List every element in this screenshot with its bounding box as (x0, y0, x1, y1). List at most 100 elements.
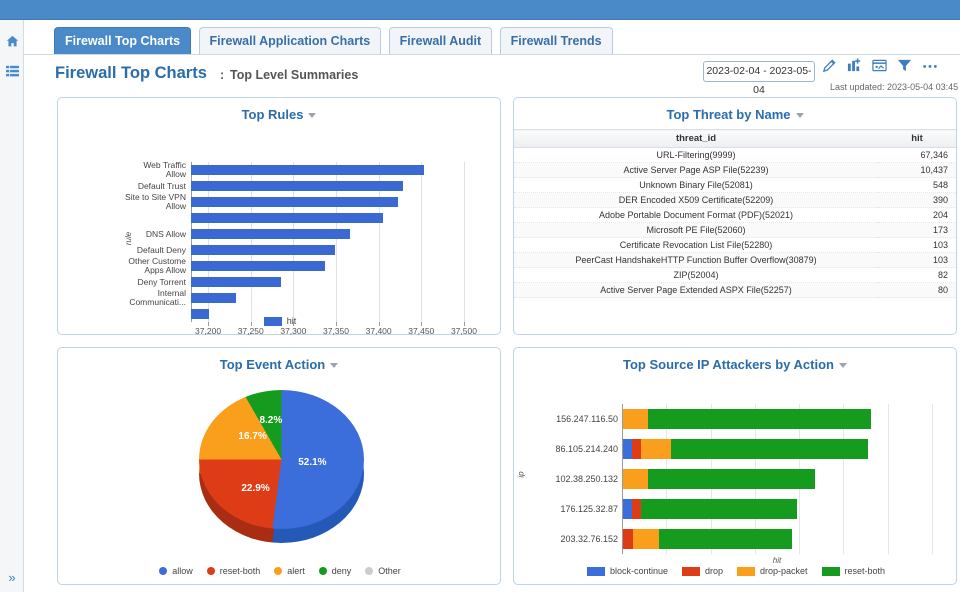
bar-fill (191, 245, 336, 255)
pie-face[interactable] (199, 390, 364, 529)
y-axis-tick-label: 102.38.250.132 (555, 473, 618, 484)
bar[interactable] (191, 229, 350, 239)
bar-segment-block-continue[interactable] (623, 499, 632, 519)
bar[interactable] (191, 197, 399, 207)
legend-item-reset-both[interactable]: reset-both (821, 566, 885, 576)
bar-segment-drop-packet[interactable] (633, 529, 659, 549)
date-range-picker[interactable]: 2023-02-04 - 2023-05-04 (703, 61, 815, 96)
bar-fill (191, 165, 424, 175)
bar-segment-block-continue[interactable] (623, 439, 632, 459)
bar-segment-reset-both[interactable] (648, 409, 871, 429)
add-chart-icon[interactable] (847, 58, 862, 78)
bar-segment-drop[interactable] (623, 529, 634, 549)
cell-threat-id: Adobe Portable Document Format (PDF)(520… (514, 207, 878, 223)
plot-area: 37,200 37,250 37,300 37,350 37,400 37,450 37,5… (191, 162, 481, 336)
gridline (887, 404, 889, 554)
edit-pencil-icon[interactable] (822, 58, 837, 78)
bar-segment-drop[interactable] (631, 439, 641, 459)
bar-segment-reset-both[interactable] (640, 499, 797, 519)
legend-label: hit (286, 316, 297, 326)
bar[interactable] (191, 181, 403, 191)
list-menu-icon[interactable] (0, 56, 24, 86)
table-row[interactable]: Certificate Revocation List File(52280) 1… (514, 237, 956, 253)
cell-hit: 10,437 (878, 162, 956, 178)
home-icon[interactable] (0, 26, 24, 56)
cell-hit: 173 (878, 222, 956, 238)
table-row[interactable]: Active Server Page Extended ASPX File(52… (514, 282, 956, 298)
stacked-bar[interactable] (623, 469, 815, 489)
more-options-icon[interactable] (922, 58, 938, 78)
chevron-down-icon[interactable] (308, 113, 317, 119)
y-axis-tick-label: 156.247.116.50 (556, 413, 618, 424)
cell-threat-id: Certificate Revocation List File(52280) (514, 237, 878, 253)
left-rail: » (0, 20, 24, 592)
gridline (421, 162, 423, 322)
gridline (463, 162, 465, 322)
bar-segment-drop-packet[interactable] (623, 409, 649, 429)
legend-swatch (274, 567, 283, 575)
panel-title-top-source-ip[interactable]: Top Source IP Attackers by Action (514, 348, 956, 372)
table-row[interactable]: PeerCast HandshakeHTTP Function Buffer O… (514, 252, 956, 268)
panel-title-top-event-action[interactable]: Top Event Action (58, 348, 500, 372)
panel-title-top-threat[interactable]: Top Threat by Name (514, 98, 956, 122)
tab-firewall-top-charts[interactable]: Firewall Top Charts (54, 27, 192, 54)
panel-top-event-action: Top Event Action 52.1% 22.9% 16.7% 8.2% all… (57, 347, 501, 585)
legend-item-deny[interactable]: deny (318, 566, 351, 576)
legend-item-block-continue[interactable]: block-continue (586, 566, 668, 576)
bar[interactable] (191, 213, 383, 223)
stacked-bar[interactable] (623, 499, 797, 519)
table-row[interactable]: Adobe Portable Document Format (PDF)(520… (514, 207, 956, 223)
chevron-down-icon[interactable] (838, 363, 847, 369)
table-row[interactable]: Active Server Page ASP File(52239) 10,437 (514, 162, 956, 178)
bar[interactable] (191, 245, 336, 255)
dashboard-widget-icon[interactable] (872, 58, 887, 78)
legend-swatch (737, 566, 755, 576)
cell-threat-id: ZIP(52004) (514, 267, 878, 283)
panel-title-top-rules[interactable]: Top Rules (58, 98, 500, 122)
bar[interactable] (191, 261, 325, 271)
legend-swatch (159, 567, 168, 575)
expand-sidebar-button[interactable]: » (0, 566, 24, 588)
bar-segment-reset-both[interactable] (648, 469, 815, 489)
y-axis-tick-label: Default Deny (136, 244, 186, 255)
dashboard-page: » Firewall Top Charts Firewall Applicati… (0, 0, 960, 592)
legend-label: drop (704, 566, 723, 576)
table-row[interactable]: DER Encoded X509 Certificate(52209) 390 (514, 192, 956, 208)
table-row[interactable]: ZIP(52004) 82 (514, 267, 956, 283)
stacked-bar[interactable] (623, 529, 793, 549)
bar[interactable] (191, 277, 281, 287)
legend-item-drop-packet[interactable]: drop-packet (737, 566, 808, 576)
bar-segment-drop[interactable] (631, 499, 641, 519)
legend-item-drop[interactable]: drop (681, 566, 723, 576)
chevron-down-icon[interactable] (330, 363, 339, 369)
y-axis-tick-label: Web Traffic Allow (143, 159, 186, 179)
column-header-threat-id[interactable]: threat_id (514, 129, 878, 148)
legend-item-allow[interactable]: allow (159, 566, 193, 576)
tab-firewall-trends[interactable]: Firewall Trends (499, 27, 613, 54)
bar-segment-drop-packet[interactable] (640, 439, 671, 459)
legend-item-hit[interactable]: hit (263, 316, 297, 326)
tab-firewall-application-charts[interactable]: Firewall Application Charts (198, 27, 382, 54)
legend-item-other[interactable]: Other (365, 566, 401, 576)
filter-funnel-icon[interactable] (897, 58, 912, 78)
table-row[interactable]: URL-Filtering(9999) 67,346 (514, 147, 956, 163)
stacked-bar[interactable] (623, 409, 871, 429)
chevron-down-icon[interactable] (795, 113, 804, 119)
cell-threat-id: DER Encoded X509 Certificate(52209) (514, 192, 878, 208)
legend-item-alert[interactable]: alert (274, 566, 305, 576)
column-header-hit[interactable]: hit (878, 129, 956, 148)
y-axis-tick-label: Site to Site VPN Allow (125, 191, 186, 211)
bar-segment-reset-both[interactable] (670, 439, 868, 459)
panel-top-source-ip-attackers: Top Source IP Attackers by Action ip hit… (513, 347, 957, 585)
tab-firewall-audit[interactable]: Firewall Audit (388, 27, 493, 54)
table-row[interactable]: Unknown Binary File(52081) 548 (514, 177, 956, 193)
bar[interactable] (191, 165, 424, 175)
bar-segment-reset-both[interactable] (658, 529, 793, 549)
bar[interactable] (191, 293, 237, 303)
table-row[interactable]: Microsoft PE File(52060) 173 (514, 222, 956, 238)
bar-segment-drop-packet[interactable] (623, 469, 649, 489)
legend-item-reset-both[interactable]: reset-both (206, 566, 260, 576)
stacked-bar[interactable] (623, 439, 868, 459)
cell-threat-id: Unknown Binary File(52081) (514, 177, 878, 193)
last-updated-label: Last updated: 2023-05-04 03:45 (830, 82, 959, 92)
